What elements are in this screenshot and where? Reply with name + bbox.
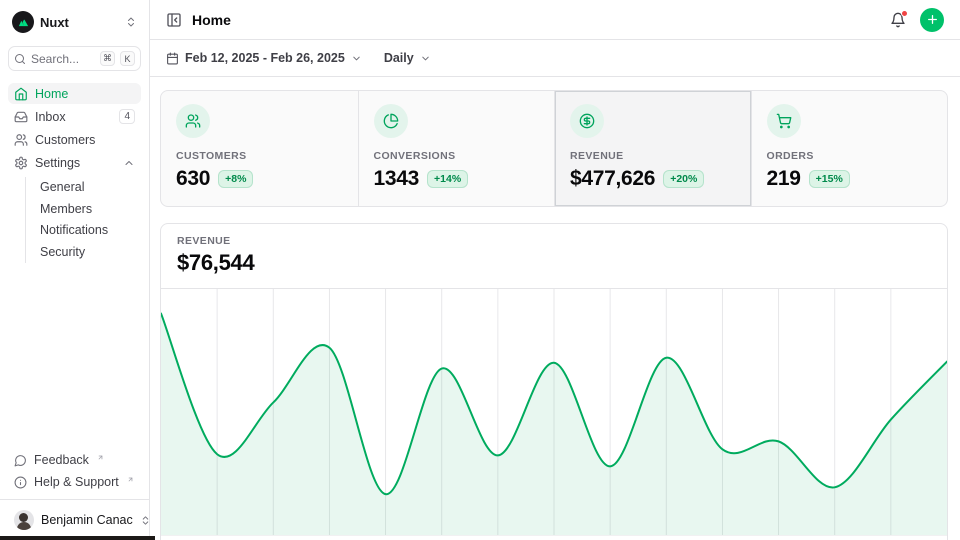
sidebar-item-label: Inbox	[35, 110, 66, 124]
stat-label: REVENUE	[570, 150, 736, 162]
stat-label: CUSTOMERS	[176, 150, 343, 162]
stats-row: CUSTOMERS 630 +8% CONVERSIONS 1343 +14%	[160, 90, 948, 207]
collapse-sidebar-icon[interactable]	[166, 12, 182, 28]
chevron-down-icon	[351, 53, 362, 64]
notification-dot	[901, 10, 908, 17]
sidebar-footer: Feedback Help & Support Benjamin Canac	[8, 449, 141, 532]
app-window: Nuxt Search... ⌘ K Home	[0, 0, 960, 540]
search-icon	[14, 53, 26, 65]
chart-header: REVENUE $76,544	[161, 224, 947, 289]
search-placeholder: Search...	[31, 52, 95, 66]
users-icon	[14, 133, 28, 147]
date-range-picker[interactable]: Feb 12, 2025 - Feb 26, 2025	[166, 51, 362, 65]
sidebar-item-security[interactable]: Security	[26, 242, 141, 264]
sidebar-item-general[interactable]: General	[26, 177, 141, 199]
kbd-k: K	[120, 51, 135, 66]
settings-subnav: General Members Notifications Security	[25, 177, 141, 263]
stat-card-orders[interactable]: ORDERS 219 +15%	[751, 91, 948, 206]
stat-card-revenue[interactable]: REVENUE $477,626 +20%	[554, 91, 751, 206]
stat-delta-badge: +20%	[663, 170, 704, 188]
feedback-label: Feedback	[34, 453, 89, 467]
sidebar-item-members[interactable]: Members	[26, 199, 141, 221]
sidebar-nav: Home Inbox 4 Customers Settings	[8, 83, 141, 263]
sidebar-item-customers[interactable]: Customers	[8, 129, 141, 150]
dashboard-content: CUSTOMERS 630 +8% CONVERSIONS 1343 +14%	[150, 77, 960, 540]
stat-value: $477,626	[570, 167, 655, 191]
chevrons-up-down-icon	[125, 16, 137, 28]
stat-delta-badge: +8%	[218, 170, 253, 188]
dollar-circle-icon	[570, 104, 604, 138]
sidebar-item-label: Settings	[35, 156, 80, 170]
topbar: Home	[150, 0, 960, 40]
stat-card-customers[interactable]: CUSTOMERS 630 +8%	[161, 91, 358, 206]
x-axis-labels: 14 Feb16 Feb18 Feb20 Feb22 Feb24 Feb	[161, 536, 947, 540]
team-switcher[interactable]: Nuxt	[8, 8, 141, 36]
sidebar: Nuxt Search... ⌘ K Home	[0, 0, 150, 540]
inbox-icon	[14, 110, 28, 124]
help-support-label: Help & Support	[34, 475, 119, 489]
inbox-count-badge: 4	[119, 109, 135, 124]
filters-toolbar: Feb 12, 2025 - Feb 26, 2025 Daily	[150, 40, 960, 77]
stat-delta-badge: +14%	[427, 170, 468, 188]
sidebar-item-label: Home	[35, 87, 68, 101]
chart-value: $76,544	[177, 250, 931, 276]
info-circle-icon	[14, 476, 27, 489]
stat-label: CONVERSIONS	[374, 150, 540, 162]
nuxt-logo-icon	[12, 11, 34, 33]
revenue-area-chart[interactable]	[161, 289, 947, 536]
sidebar-item-label: Customers	[35, 133, 95, 147]
sidebar-item-notifications[interactable]: Notifications	[26, 220, 141, 242]
home-icon	[14, 87, 28, 101]
page-title: Home	[192, 12, 231, 28]
stat-delta-badge: +15%	[809, 170, 850, 188]
stat-value: 630	[176, 167, 210, 191]
kbd-meta: ⌘	[100, 51, 115, 66]
chart-label: REVENUE	[177, 235, 931, 247]
stat-value: 219	[767, 167, 801, 191]
period-label: Daily	[384, 51, 414, 65]
topbar-actions	[890, 8, 944, 32]
add-button[interactable]	[920, 8, 944, 32]
sidebar-item-home[interactable]: Home	[8, 83, 141, 104]
period-select[interactable]: Daily	[384, 51, 431, 65]
stat-card-conversions[interactable]: CONVERSIONS 1343 +14%	[358, 91, 555, 206]
chat-bubble-icon	[14, 454, 27, 467]
notifications-bell-icon[interactable]	[890, 12, 906, 28]
stat-value: 1343	[374, 167, 420, 191]
calendar-icon	[166, 52, 179, 65]
pie-chart-icon	[374, 104, 408, 138]
stat-label: ORDERS	[767, 150, 933, 162]
main-area: Home Feb 12, 2025 - Feb 26, 2025	[150, 0, 960, 540]
team-name: Nuxt	[40, 15, 69, 30]
divider	[0, 499, 149, 500]
sidebar-item-inbox[interactable]: Inbox 4	[8, 106, 141, 127]
sidebar-item-settings[interactable]: Settings	[8, 152, 141, 173]
external-link-icon	[127, 476, 134, 483]
search-input[interactable]: Search... ⌘ K	[8, 46, 141, 71]
user-name: Benjamin Canac	[41, 513, 133, 527]
shopping-cart-icon	[767, 104, 801, 138]
chart-canvas	[161, 289, 947, 535]
chevron-down-icon	[420, 53, 431, 64]
date-range-label: Feb 12, 2025 - Feb 26, 2025	[185, 51, 345, 65]
avatar	[14, 510, 34, 530]
users-icon	[176, 104, 210, 138]
feedback-link[interactable]: Feedback	[8, 449, 141, 471]
chevron-up-icon	[123, 157, 135, 169]
revenue-chart-card: REVENUE $76,544 14 Feb16 Feb18 Feb20 Feb…	[160, 223, 948, 540]
gear-icon	[14, 156, 28, 170]
help-support-link[interactable]: Help & Support	[8, 471, 141, 493]
bottom-edge-strip	[0, 536, 155, 540]
external-link-icon	[97, 454, 104, 461]
user-menu[interactable]: Benjamin Canac	[8, 506, 141, 532]
